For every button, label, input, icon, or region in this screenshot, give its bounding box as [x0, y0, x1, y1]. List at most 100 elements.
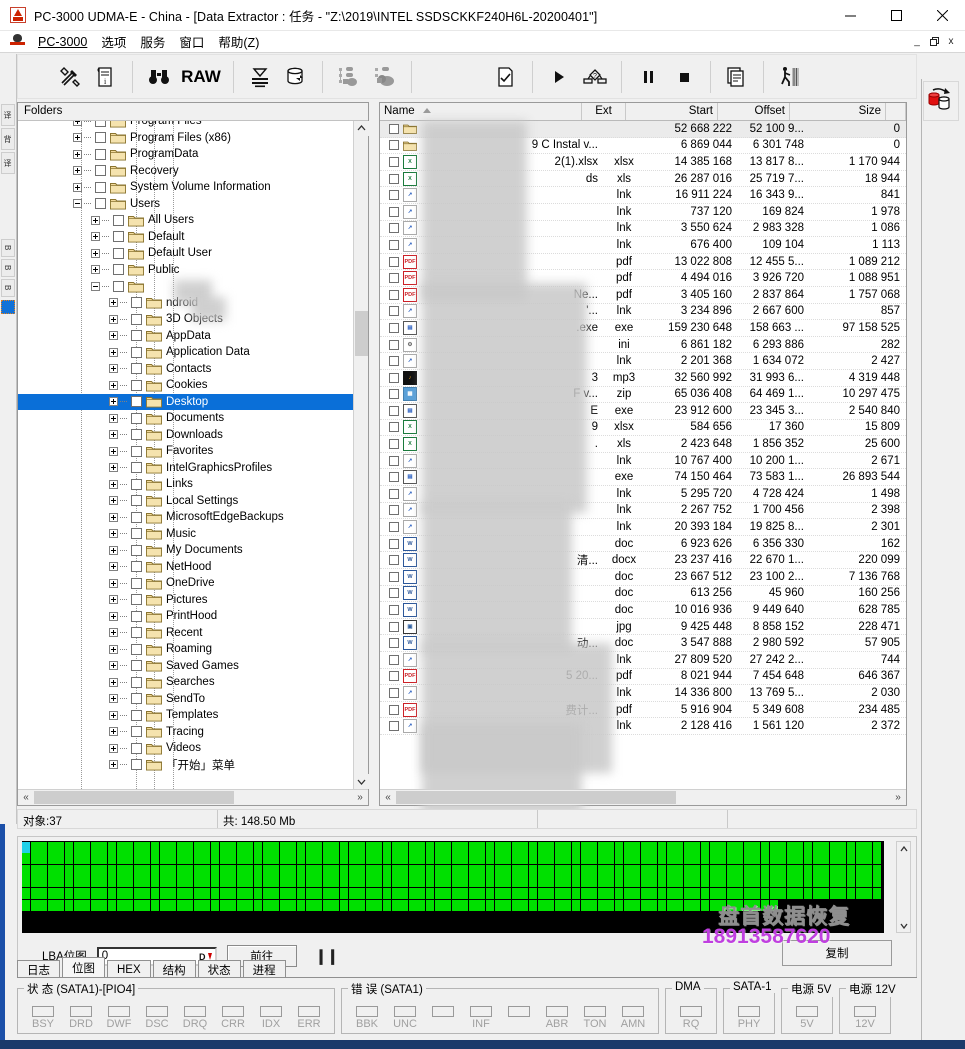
bitmap-cell[interactable] — [142, 853, 151, 865]
tree-expander-plus-icon[interactable] — [73, 133, 82, 143]
bitmap-cell[interactable] — [434, 841, 443, 853]
tree-item[interactable]: Default — [18, 229, 368, 246]
file-row-checkbox-cell[interactable] — [380, 123, 400, 134]
bitmap-cell[interactable] — [606, 864, 615, 876]
disk-export-icon[interactable] — [278, 58, 314, 96]
bitmap-cell[interactable] — [279, 853, 288, 865]
tree-expander-plus-icon[interactable] — [109, 628, 118, 638]
bitmap-cell[interactable] — [503, 864, 512, 876]
bitmap-cell[interactable] — [580, 841, 589, 853]
bitmap-cell[interactable] — [511, 841, 520, 853]
rail-tab-5[interactable]: B — [1, 279, 15, 297]
bitmap-cell[interactable] — [142, 841, 151, 853]
bitmap-cell[interactable] — [589, 853, 598, 865]
bitmap-cell[interactable] — [718, 876, 727, 888]
bitmap-cell[interactable] — [99, 899, 108, 911]
file-scroll-left-icon[interactable]: « — [380, 790, 396, 805]
bitmap-cell[interactable] — [331, 899, 340, 911]
file-row-checkbox-cell[interactable] — [380, 671, 400, 682]
bitmap-cell[interactable] — [580, 887, 589, 899]
bitmap-cell[interactable] — [400, 899, 409, 911]
bitmap-cell[interactable] — [434, 876, 443, 888]
bitmap-cell[interactable] — [271, 841, 280, 853]
bitmap-cell[interactable] — [657, 853, 666, 865]
raw-button[interactable]: RAW — [177, 58, 225, 96]
bitmap-cell[interactable] — [563, 841, 572, 853]
bitmap-cell[interactable] — [408, 887, 417, 899]
file-row-checkbox[interactable] — [389, 588, 399, 599]
bitmap-cell[interactable] — [554, 864, 563, 876]
tree-item[interactable]: Users — [18, 196, 368, 213]
bitmap-cell[interactable] — [331, 887, 340, 899]
bitmap-cell[interactable] — [176, 899, 185, 911]
scroll-left-icon[interactable]: « — [18, 790, 34, 805]
bitmap-cell[interactable] — [56, 853, 65, 865]
bitmap-cell[interactable] — [804, 876, 813, 888]
bitmap-cell[interactable] — [838, 841, 847, 853]
bitmap-cell[interactable] — [391, 899, 400, 911]
bitmap-cell[interactable] — [872, 841, 881, 853]
bitmap-cell[interactable] — [305, 864, 314, 876]
bitmap-cell[interactable] — [271, 899, 280, 911]
bitmap-cell[interactable] — [116, 876, 125, 888]
bitmap-cell[interactable] — [640, 899, 649, 911]
bitmap-cell[interactable] — [786, 887, 795, 899]
bitmap-cell[interactable] — [56, 841, 65, 853]
file-row[interactable]: ↗ lnk 5 295 720 4 728 424 1 498 — [380, 486, 906, 503]
bitmap-cell[interactable] — [804, 853, 813, 865]
bitmap-cell[interactable] — [546, 841, 555, 853]
bitmap-cell[interactable] — [632, 853, 641, 865]
bitmap-cell[interactable] — [486, 841, 495, 853]
bitmap-cell[interactable] — [236, 841, 245, 853]
file-row[interactable]: X 9 xlsx 584 656 17 360 15 809 — [380, 420, 906, 437]
file-row-checkbox-cell[interactable] — [380, 505, 400, 516]
tree-expander-plus-icon[interactable] — [109, 331, 118, 341]
file-row[interactable]: ▦ F v... zip 65 036 408 64 469 1... 10 297 47… — [380, 387, 906, 404]
bitmap-cell[interactable] — [236, 887, 245, 899]
bitmap-cell[interactable] — [675, 899, 684, 911]
bitmap-cell[interactable] — [554, 887, 563, 899]
tree-item[interactable]: My Documents — [18, 542, 368, 559]
file-row-checkbox[interactable] — [389, 687, 399, 698]
bitmap-cell[interactable] — [649, 887, 658, 899]
file-row-checkbox[interactable] — [389, 389, 399, 400]
tree-item-checkbox[interactable] — [95, 121, 106, 127]
tree-item-checkbox[interactable] — [131, 759, 142, 771]
bitmap-cell[interactable] — [382, 899, 391, 911]
bitmap-cell[interactable] — [769, 853, 778, 865]
tree-item[interactable]: Downloads — [18, 427, 368, 444]
bitmap-cell[interactable] — [159, 853, 168, 865]
bitmap-cell[interactable] — [623, 876, 632, 888]
bitmap-cell[interactable] — [271, 887, 280, 899]
walk-icon[interactable] — [772, 58, 808, 96]
bitmap-cell[interactable] — [838, 853, 847, 865]
bitmap-cell[interactable] — [718, 899, 727, 911]
bitmap-cell[interactable] — [202, 841, 211, 853]
tree-item-checkbox[interactable] — [131, 396, 142, 408]
file-row-checkbox-cell[interactable] — [380, 389, 400, 400]
bitmap-cell[interactable] — [348, 841, 357, 853]
file-row-checkbox-cell[interactable] — [380, 372, 400, 383]
tree-item-checkbox[interactable] — [131, 594, 142, 606]
bitmap-cell[interactable] — [563, 887, 572, 899]
bitmap-cell[interactable] — [125, 887, 134, 899]
bitmap-cell[interactable] — [511, 899, 520, 911]
file-row-checkbox-cell[interactable] — [380, 239, 400, 250]
bitmap-cell[interactable] — [391, 853, 400, 865]
menu-item-help[interactable]: 帮助(Z) — [211, 30, 266, 53]
bitmap-cell[interactable] — [855, 853, 864, 865]
bitmap-cell[interactable] — [468, 864, 477, 876]
file-row-checkbox[interactable] — [389, 422, 399, 433]
file-row-checkbox[interactable] — [389, 654, 399, 665]
bitmap-cell[interactable] — [683, 841, 692, 853]
bitmap-cell[interactable] — [460, 841, 469, 853]
bitmap-cell[interactable] — [168, 899, 177, 911]
file-row-checkbox-cell[interactable] — [380, 704, 400, 715]
bitmap-cell[interactable] — [443, 876, 452, 888]
bitmap-cell[interactable] — [460, 887, 469, 899]
bitmap-cell[interactable] — [872, 887, 881, 899]
tree-item[interactable]: System Volume Information — [18, 179, 368, 196]
bitmap-cell[interactable] — [657, 876, 666, 888]
bitmap-cell[interactable] — [614, 853, 623, 865]
bitmap-cell[interactable] — [786, 841, 795, 853]
